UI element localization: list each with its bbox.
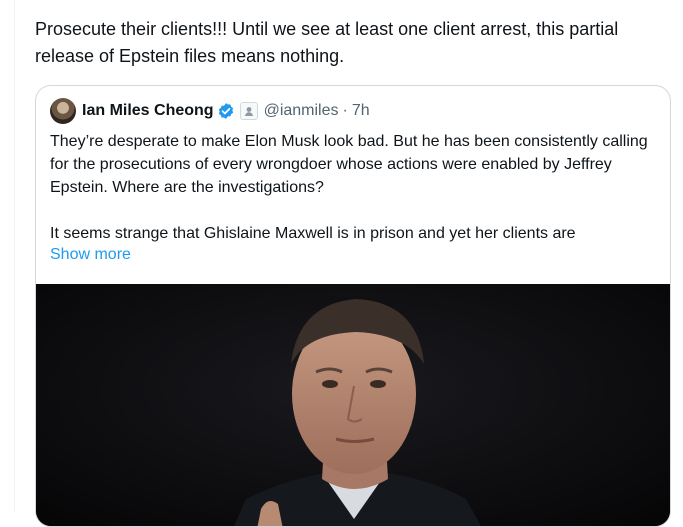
quoted-post-body: They’re desperate to make Elon Musk look… — [50, 130, 660, 245]
post-timestamp[interactable]: 7h — [352, 102, 370, 120]
affiliate-badge-icon[interactable] — [239, 102, 258, 120]
photo-portrait — [36, 284, 670, 526]
verified-badge-icon — [218, 103, 233, 119]
separator-dot: · — [342, 102, 348, 119]
quoted-post-paragraph: It seems strange that Ghislaine Maxwell … — [50, 225, 576, 242]
quoted-post-paragraph: They’re desperate to make Elon Musk look… — [50, 133, 648, 196]
timeline-divider — [14, 0, 15, 512]
post-text: Prosecute their clients!!! Until we see … — [35, 19, 619, 66]
quoted-post-header: Ian Miles Cheong @ianmiles · 7h — [50, 98, 370, 124]
quoted-post-card[interactable]: Ian Miles Cheong @ianmiles · 7h They’re … — [35, 85, 671, 527]
author-name[interactable]: Ian Miles Cheong — [82, 102, 214, 120]
show-more-link[interactable]: Show more — [50, 243, 131, 266]
author-handle[interactable]: @ianmiles — [264, 102, 339, 120]
post-media-image[interactable] — [36, 284, 670, 526]
avatar[interactable] — [50, 98, 76, 124]
